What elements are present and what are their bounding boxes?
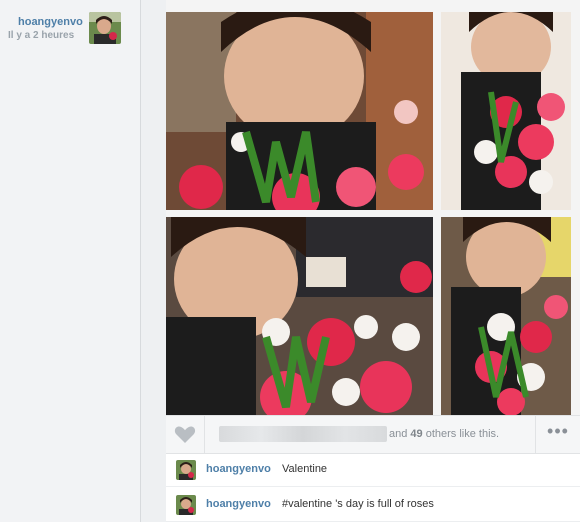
- avatar[interactable]: [176, 460, 196, 480]
- likes-suffix: others like this.: [422, 428, 500, 440]
- collage-photo-3: [166, 217, 433, 416]
- like-button[interactable]: [166, 416, 205, 453]
- avatar[interactable]: [89, 12, 121, 44]
- comment-username[interactable]: hoangyenvo: [206, 498, 271, 510]
- likes-summary[interactable]: and 49 others like this.: [389, 428, 499, 440]
- post-meta-column: hoangyenvo Il y a 2 heures: [0, 0, 141, 522]
- comment-text: #valentine 's day is full of roses: [282, 498, 434, 510]
- likes-count: 49: [410, 428, 423, 440]
- post-action-bar: and 49 others like this. •••: [166, 415, 580, 454]
- likes-prefix: and: [389, 428, 411, 440]
- comment-item: hoangyenvo #valentine 's day is full of …: [166, 487, 580, 522]
- photo-collage[interactable]: [166, 0, 580, 419]
- timestamp: Il y a 2 heures: [8, 30, 75, 41]
- username-link[interactable]: hoangyenvo: [18, 16, 83, 28]
- heart-icon: [174, 426, 196, 443]
- gutter: [141, 0, 166, 522]
- collage-photo-4: [441, 217, 571, 416]
- collage-photo-2: [441, 12, 571, 210]
- avatar[interactable]: [176, 495, 196, 515]
- collage-photo-1: [166, 12, 433, 210]
- comment-username[interactable]: hoangyenvo: [206, 463, 271, 475]
- likers-list[interactable]: [219, 426, 387, 442]
- comment-text: Valentine: [282, 463, 328, 475]
- comment-item: hoangyenvo Valentine: [166, 452, 580, 487]
- more-options-icon: •••: [547, 421, 569, 441]
- more-options-button[interactable]: •••: [535, 416, 580, 453]
